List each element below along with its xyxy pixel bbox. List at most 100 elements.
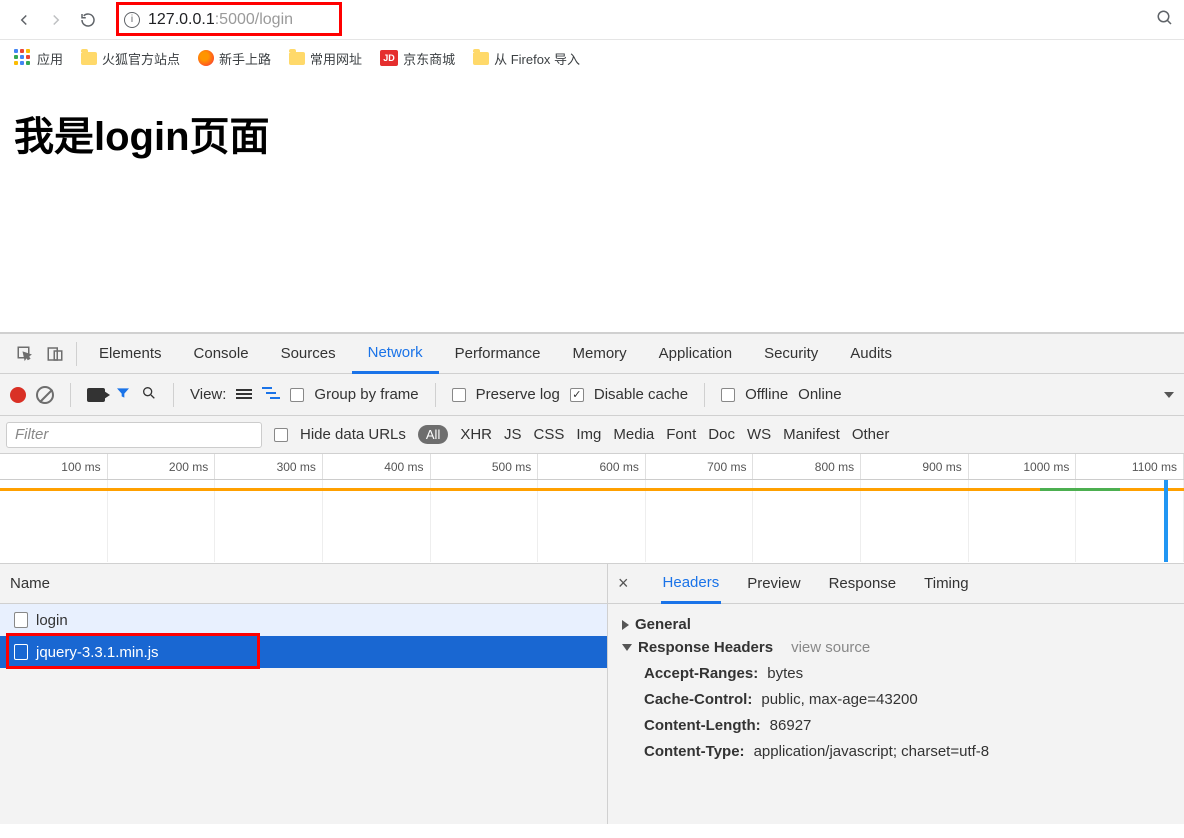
filter-input[interactable]: Filter bbox=[6, 422, 262, 448]
document-icon bbox=[14, 612, 28, 628]
waterfall-toggle-icon[interactable] bbox=[262, 386, 280, 404]
group-frame-checkbox[interactable] bbox=[290, 388, 304, 402]
section-response-headers[interactable]: Response Headersview source bbox=[622, 639, 1170, 656]
tab-audits[interactable]: Audits bbox=[834, 334, 908, 374]
header-row: Content-Type: application/javascript; ch… bbox=[644, 742, 1170, 760]
bookmark-item[interactable]: JD京东商城 bbox=[380, 49, 455, 68]
tab-security[interactable]: Security bbox=[748, 334, 834, 374]
screenshot-icon[interactable] bbox=[87, 388, 105, 402]
section-general[interactable]: General bbox=[622, 616, 1170, 633]
disable-cache-label: Disable cache bbox=[594, 386, 688, 403]
filter-doc[interactable]: Doc bbox=[708, 426, 735, 443]
record-button[interactable] bbox=[10, 387, 26, 403]
request-name: jquery-3.3.1.min.js bbox=[36, 644, 159, 661]
request-details: × Headers Preview Response Timing Genera… bbox=[608, 564, 1184, 824]
waterfall-bar bbox=[0, 488, 1184, 491]
header-row: Accept-Ranges: bytes bbox=[644, 664, 1170, 682]
bookmark-item[interactable]: 从 Firefox 导入 bbox=[473, 49, 580, 68]
waterfall-ruler: 100 ms 200 ms 300 ms 400 ms 500 ms 600 m… bbox=[0, 454, 1184, 480]
bookmark-item[interactable]: 火狐官方站点 bbox=[81, 49, 180, 68]
tab-console[interactable]: Console bbox=[178, 334, 265, 374]
tab-application[interactable]: Application bbox=[643, 334, 748, 374]
search-icon[interactable] bbox=[141, 385, 157, 405]
url-host: 127.0.0.1 bbox=[148, 11, 215, 28]
apps-button[interactable]: 应用 bbox=[14, 49, 63, 68]
headers-body: General Response Headersview source Acce… bbox=[608, 604, 1184, 824]
site-info-icon[interactable]: i bbox=[124, 12, 140, 28]
devtools-panel: Elements Console Sources Network Perform… bbox=[0, 332, 1184, 824]
filter-bar: Filter Hide data URLs All XHR JS CSS Img… bbox=[0, 416, 1184, 454]
page-heading: 我是login页面 bbox=[14, 104, 1170, 162]
filter-other[interactable]: Other bbox=[852, 426, 890, 443]
request-list: Name login jquery-3.3.1.min.js bbox=[0, 564, 608, 824]
page-content: 我是login页面 bbox=[0, 76, 1184, 332]
bookmarks-bar: 应用 火狐官方站点 新手上路 常用网址 JD京东商城 从 Firefox 导入 bbox=[0, 40, 1184, 76]
expand-icon bbox=[622, 644, 632, 651]
filter-all[interactable]: All bbox=[418, 425, 448, 444]
address-bar[interactable]: i 127.0.0.1:5000/login bbox=[116, 5, 1150, 35]
filter-manifest[interactable]: Manifest bbox=[783, 426, 840, 443]
large-rows-icon[interactable] bbox=[236, 389, 252, 401]
url-path: :5000/login bbox=[215, 11, 293, 28]
detail-tabs: × Headers Preview Response Timing bbox=[608, 564, 1184, 604]
name-column-header[interactable]: Name bbox=[0, 564, 607, 604]
zoom-icon[interactable] bbox=[1156, 9, 1174, 30]
tab-elements[interactable]: Elements bbox=[83, 334, 178, 374]
group-frame-label: Group by frame bbox=[314, 386, 418, 403]
collapse-icon bbox=[622, 620, 629, 630]
firefox-icon bbox=[198, 50, 214, 66]
tab-network[interactable]: Network bbox=[352, 334, 439, 374]
forward-button[interactable] bbox=[42, 6, 70, 34]
view-source-link[interactable]: view source bbox=[791, 639, 870, 656]
filter-img[interactable]: Img bbox=[576, 426, 601, 443]
bookmark-item[interactable]: 常用网址 bbox=[289, 49, 362, 68]
devtools-tabs: Elements Console Sources Network Perform… bbox=[0, 334, 1184, 374]
filter-xhr[interactable]: XHR bbox=[460, 426, 492, 443]
filter-media[interactable]: Media bbox=[613, 426, 654, 443]
offline-checkbox[interactable] bbox=[721, 388, 735, 402]
filter-font[interactable]: Font bbox=[666, 426, 696, 443]
preserve-log-label: Preserve log bbox=[476, 386, 560, 403]
view-label: View: bbox=[190, 386, 226, 403]
device-icon[interactable] bbox=[40, 339, 70, 369]
apps-label: 应用 bbox=[37, 49, 63, 68]
tab-performance[interactable]: Performance bbox=[439, 334, 557, 374]
tab-response[interactable]: Response bbox=[827, 564, 899, 604]
tab-headers[interactable]: Headers bbox=[661, 564, 722, 604]
waterfall-bar bbox=[1040, 488, 1120, 491]
request-name: login bbox=[36, 612, 68, 629]
request-row-login[interactable]: login bbox=[0, 604, 607, 636]
folder-icon bbox=[473, 52, 489, 65]
throttling-select[interactable]: Online bbox=[798, 386, 841, 403]
disable-cache-checkbox[interactable] bbox=[570, 388, 584, 402]
document-icon bbox=[14, 644, 28, 660]
hide-data-urls-label: Hide data URLs bbox=[300, 426, 406, 443]
hide-data-urls-checkbox[interactable] bbox=[274, 428, 288, 442]
bookmark-item[interactable]: 新手上路 bbox=[198, 49, 271, 68]
folder-icon bbox=[81, 52, 97, 65]
filter-icon[interactable] bbox=[115, 385, 131, 405]
folder-icon bbox=[289, 52, 305, 65]
dropdown-icon[interactable] bbox=[1164, 392, 1174, 398]
request-row-jquery[interactable]: jquery-3.3.1.min.js bbox=[0, 636, 607, 668]
waterfall-overview[interactable]: 100 ms 200 ms 300 ms 400 ms 500 ms 600 m… bbox=[0, 454, 1184, 564]
back-button[interactable] bbox=[10, 6, 38, 34]
preserve-log-checkbox[interactable] bbox=[452, 388, 466, 402]
waterfall-load-line bbox=[1164, 480, 1168, 562]
filter-js[interactable]: JS bbox=[504, 426, 522, 443]
tab-preview[interactable]: Preview bbox=[745, 564, 802, 604]
offline-label: Offline bbox=[745, 386, 788, 403]
close-details-button[interactable]: × bbox=[618, 573, 629, 594]
browser-toolbar: i 127.0.0.1:5000/login bbox=[0, 0, 1184, 40]
filter-ws[interactable]: WS bbox=[747, 426, 771, 443]
tab-sources[interactable]: Sources bbox=[265, 334, 352, 374]
reload-button[interactable] bbox=[74, 6, 102, 34]
clear-button[interactable] bbox=[36, 386, 54, 404]
network-controls: View: Group by frame Preserve log Disabl… bbox=[0, 374, 1184, 416]
tab-memory[interactable]: Memory bbox=[557, 334, 643, 374]
apps-icon bbox=[14, 49, 32, 67]
inspect-icon[interactable] bbox=[10, 339, 40, 369]
tab-timing[interactable]: Timing bbox=[922, 564, 970, 604]
jd-icon: JD bbox=[380, 50, 398, 66]
filter-css[interactable]: CSS bbox=[534, 426, 565, 443]
